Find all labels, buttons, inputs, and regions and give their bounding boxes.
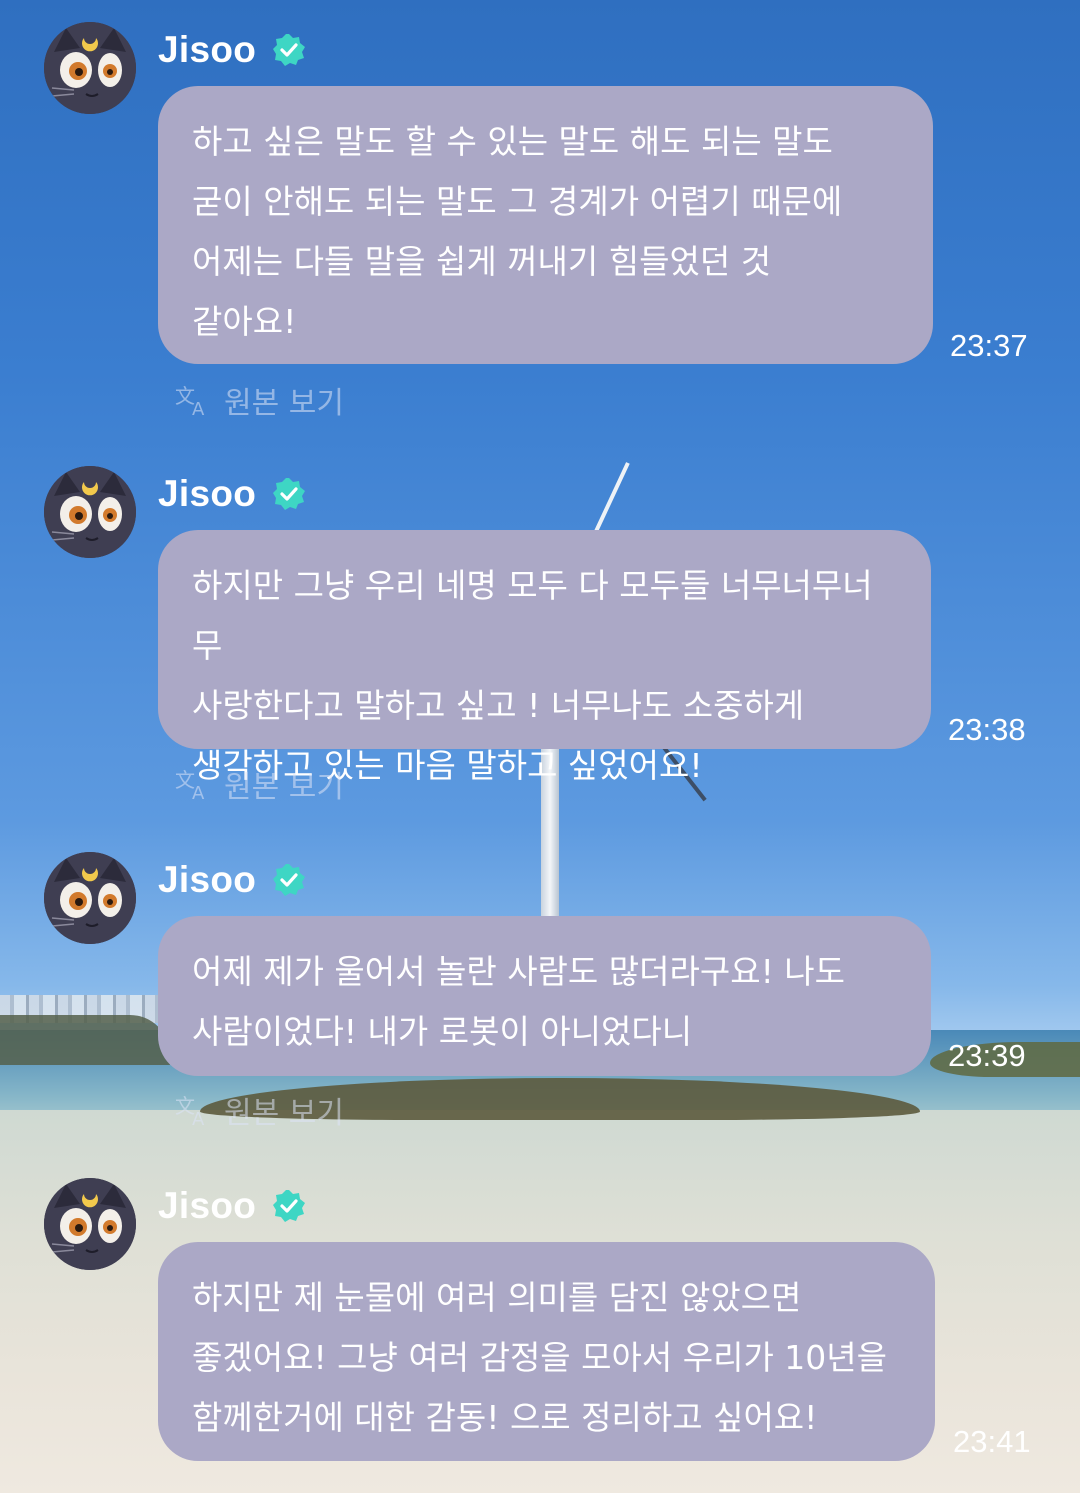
sender-avatar[interactable] [44,852,136,944]
verified-badge-icon [272,33,306,67]
translate-icon: 文 A [174,1093,210,1130]
svg-text:A: A [192,399,205,417]
view-original-label: 원본 보기 [224,386,344,421]
translate-icon: 文 A [174,767,210,804]
message-feed: Jisoo 하고 싶은 말도 할 수 있는 말도 해도 되는 말도 굳이 안해도… [0,0,1080,1493]
sender-name[interactable]: Jisoo [158,473,256,515]
message-text: 어제 제가 울어서 놀란 사람도 많더라구요! 나도 사람이었다! 내가 로봇이… [192,952,846,1051]
view-original-label: 원본 보기 [224,770,344,805]
message-bubble[interactable]: 하지만 그냥 우리 네명 모두 다 모두들 너무너무너무 사랑한다고 말하고 싶… [158,530,931,785]
message-bubble[interactable]: 어제 제가 울어서 놀란 사람도 많더라구요! 나도 사람이었다! 내가 로봇이… [158,916,931,1076]
view-original-label: 원본 보기 [224,1096,344,1131]
sender-name[interactable]: Jisoo [158,859,256,901]
message-timestamp: 23:38 [948,712,1026,747]
sender-name[interactable]: Jisoo [158,1185,256,1227]
message-bubble[interactable]: 하고 싶은 말도 할 수 있는 말도 해도 되는 말도 굳이 안해도 되는 말도… [158,86,933,364]
message-text: 하지만 제 눈물에 여러 의미를 담진 않았으면 좋겠어요! 그냥 여러 감정을… [192,1278,887,1437]
sender-row: Jisoo [158,468,306,520]
view-original-button[interactable]: 文 A 원본 보기 [174,1090,344,1131]
message-timestamp: 23:37 [950,328,1028,363]
svg-text:A: A [192,1109,205,1127]
view-original-button[interactable]: 文 A 원본 보기 [174,380,344,421]
sender-row: Jisoo [158,1180,306,1232]
sender-row: Jisoo [158,854,306,906]
svg-text:A: A [192,783,205,801]
message-text: 하고 싶은 말도 할 수 있는 말도 해도 되는 말도 굳이 안해도 되는 말도… [192,122,843,341]
verified-badge-icon [272,1189,306,1223]
message-timestamp: 23:41 [953,1424,1031,1459]
message-timestamp: 23:39 [948,1038,1026,1073]
sender-row: Jisoo [158,24,306,76]
translate-icon: 文 A [174,383,210,420]
sender-avatar[interactable] [44,466,136,558]
sender-name[interactable]: Jisoo [158,29,256,71]
view-original-button[interactable]: 文 A 원본 보기 [174,764,344,805]
message-bubble[interactable]: 하지만 제 눈물에 여러 의미를 담진 않았으면 좋겠어요! 그냥 여러 감정을… [158,1242,935,1461]
sender-avatar[interactable] [44,1178,136,1270]
sender-avatar[interactable] [44,22,136,114]
verified-badge-icon [272,477,306,511]
verified-badge-icon [272,863,306,897]
message-text: 하지만 그냥 우리 네명 모두 다 모두들 너무너무너무 사랑한다고 말하고 싶… [192,566,873,785]
